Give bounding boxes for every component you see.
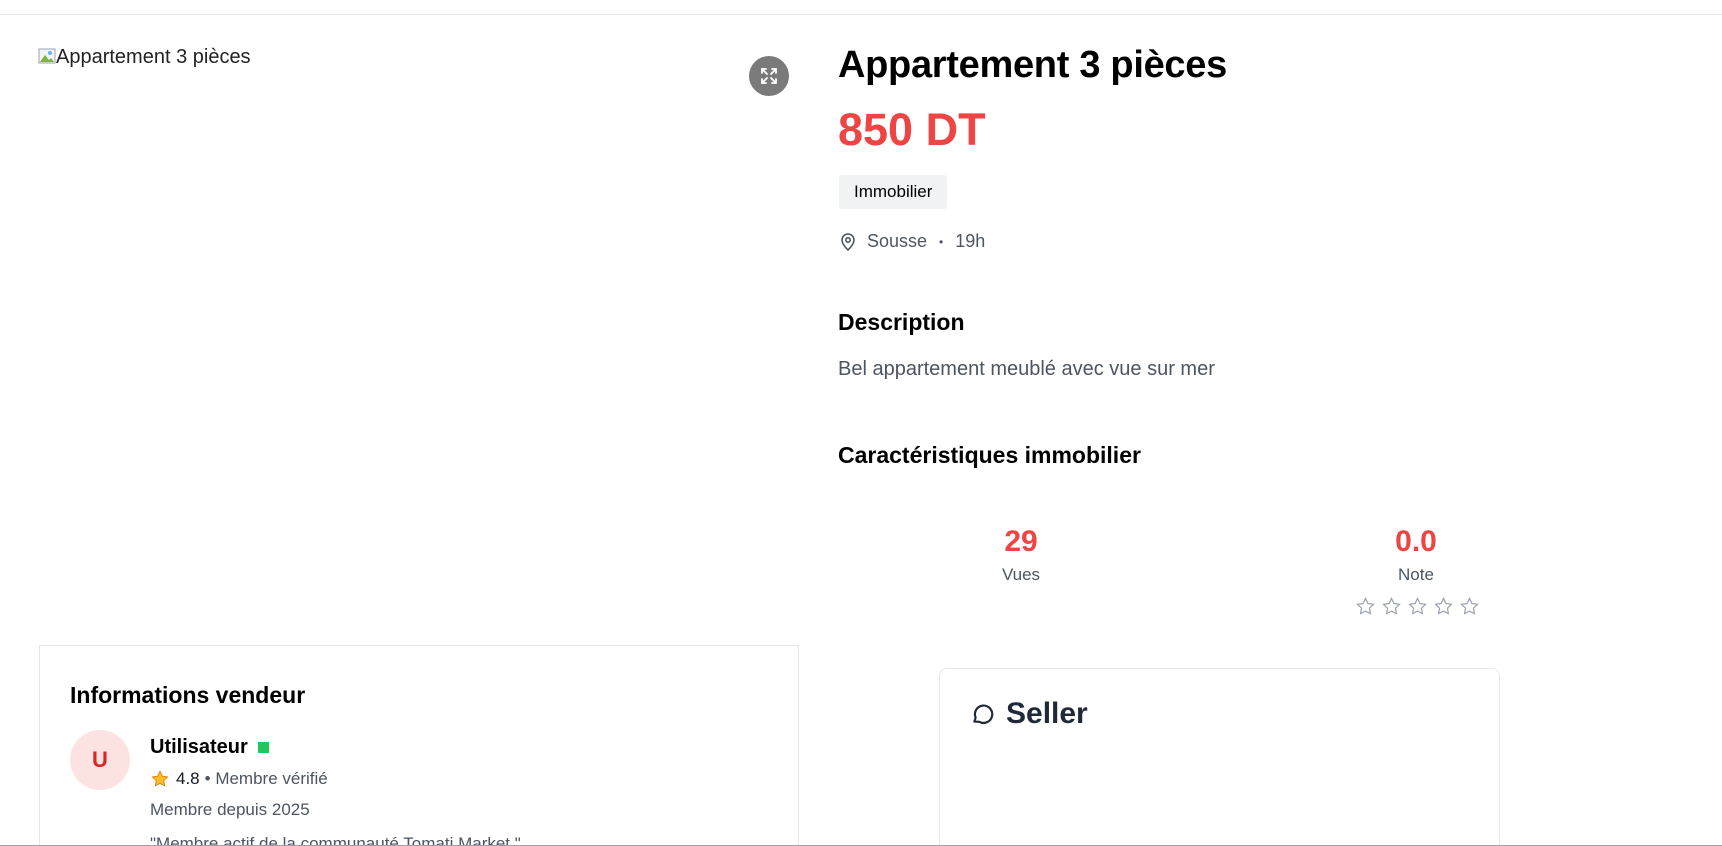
star-outline-icon[interactable] <box>1459 596 1480 617</box>
rating-value: 0.0 <box>1395 525 1437 558</box>
posted-time: 19h <box>955 231 986 251</box>
description-text: Bel appartement meublé avec vue sur mer <box>838 358 1215 380</box>
chat-title: Seller <box>1006 697 1088 730</box>
seller-name-row: Utilisateur <box>150 736 269 759</box>
views-label: Vues <box>1001 565 1041 584</box>
listing-meta: Sousse • 19h <box>839 231 985 252</box>
listing-image: Appartement 3 pièces <box>38 46 251 69</box>
seller-rating-line: 4.8 • Membre vérifié <box>150 769 328 789</box>
expand-icon <box>761 68 777 84</box>
avatar[interactable]: U <box>70 730 130 790</box>
broken-image-icon <box>38 48 56 64</box>
description-heading: Description <box>838 309 965 335</box>
star-outline-icon[interactable] <box>1433 596 1454 617</box>
online-status-indicator <box>257 742 269 753</box>
chat-header: Seller <box>970 697 1088 731</box>
views-stat: 29 Vues <box>941 525 1101 585</box>
star-filled-icon <box>151 770 169 787</box>
listing-title: Appartement 3 pièces <box>838 44 1227 86</box>
seller-rating-value: 4.8 <box>176 769 200 788</box>
seller-info-heading: Informations vendeur <box>70 682 306 708</box>
meta-separator: • <box>939 234 944 249</box>
rating-label: Note <box>1398 565 1434 584</box>
views-count: 29 <box>1004 525 1038 558</box>
listing-price: 850 DT <box>838 104 986 155</box>
star-outline-icon[interactable] <box>1407 596 1428 617</box>
star-outline-icon[interactable] <box>1355 596 1376 617</box>
seller-verified-text: • Membre vérifié <box>204 769 328 788</box>
top-border <box>0 0 1722 15</box>
fullscreen-button[interactable] <box>749 56 789 96</box>
category-badge[interactable]: Immobilier <box>839 175 948 209</box>
location-pin-icon <box>841 232 855 251</box>
listing-image-alt-text: Appartement 3 pièces <box>56 46 251 68</box>
listing-image-area[interactable]: Appartement 3 pièces <box>38 46 800 636</box>
seller-chat-card: Seller <box>939 668 1500 846</box>
member-since: Membre depuis 2025 <box>150 800 310 819</box>
features-heading: Caractéristiques immobilier <box>838 442 1141 468</box>
chat-bubble-icon <box>973 704 994 724</box>
seller-info-card: Informations vendeur U Utilisateur 4.8 •… <box>39 645 799 846</box>
location-text: Sousse <box>867 231 928 251</box>
star-outline-icon[interactable] <box>1381 596 1402 617</box>
seller-name[interactable]: Utilisateur <box>150 736 248 759</box>
rating-stat: 0.0 Note <box>1336 525 1496 585</box>
rating-stars[interactable] <box>1355 596 1480 617</box>
